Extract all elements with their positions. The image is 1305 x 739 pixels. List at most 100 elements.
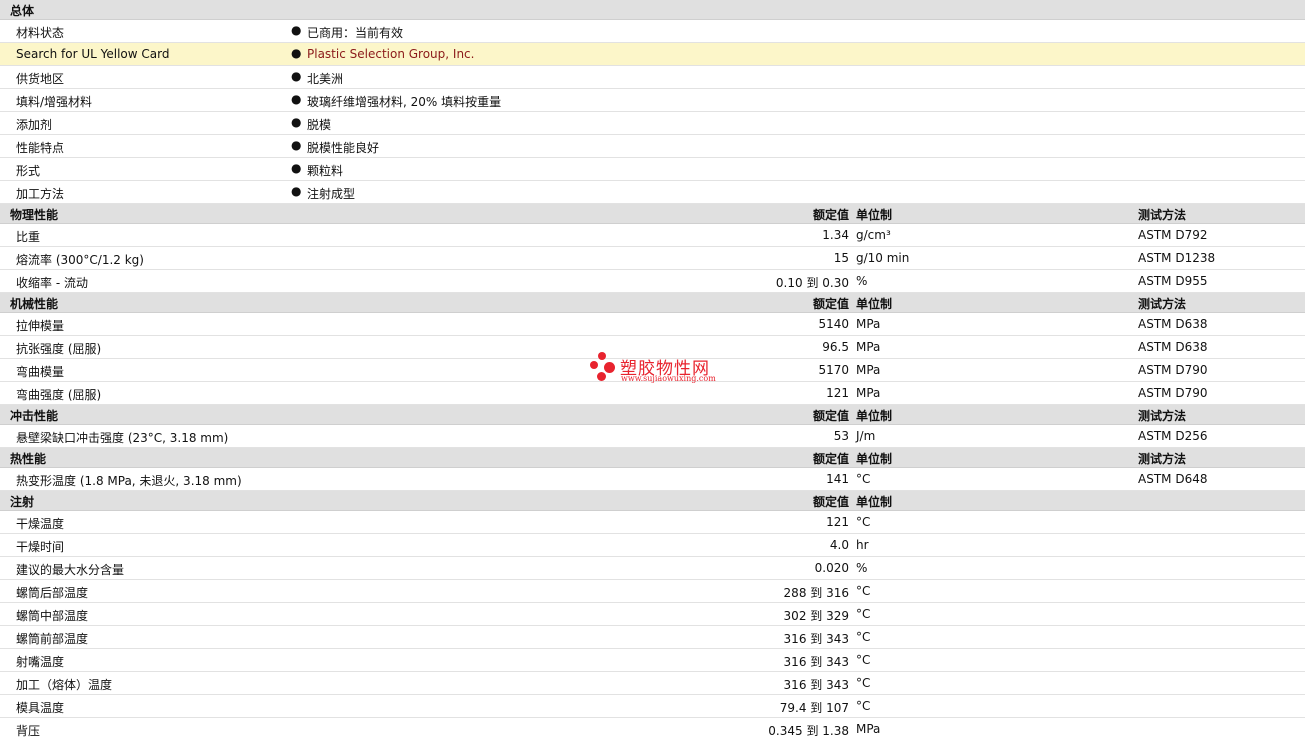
test-method: ASTM D955 bbox=[1138, 274, 1208, 288]
property-label: 形式 bbox=[16, 164, 41, 178]
column-header-test: 测试方法 bbox=[1138, 452, 1187, 466]
bullet-icon: ● bbox=[291, 23, 302, 37]
property-label: 建议的最大水分含量 bbox=[16, 563, 125, 577]
column-header-rated: 额定值 bbox=[812, 452, 849, 466]
property-row: 加工方法 ● 注射成型 bbox=[0, 181, 1305, 204]
column-header-test: 测试方法 bbox=[1138, 409, 1187, 423]
column-header-unit: 单位制 bbox=[856, 208, 893, 222]
watermark-logo-icon bbox=[590, 361, 598, 369]
watermark-logo-icon bbox=[604, 362, 615, 373]
property-unit: g/10 min bbox=[856, 251, 910, 265]
property-row: 干燥温度 121 °C bbox=[0, 511, 1305, 534]
property-value: 5170 bbox=[818, 363, 849, 377]
bullet-icon: ● bbox=[291, 69, 302, 83]
column-header-rated: 额定值 bbox=[812, 409, 849, 423]
property-unit: % bbox=[856, 561, 868, 575]
property-value: 颗粒料 bbox=[307, 164, 344, 178]
property-label: 模具温度 bbox=[16, 701, 65, 715]
watermark-url: www.sujiaowuxing.com bbox=[621, 374, 716, 383]
column-header-test: 测试方法 bbox=[1138, 208, 1187, 222]
property-row: 形式 ● 颗粒料 bbox=[0, 158, 1305, 181]
property-label: 热变形温度 (1.8 MPa, 未退火, 3.18 mm) bbox=[16, 474, 242, 488]
property-row: 拉伸模量 5140 MPa ASTM D638 bbox=[0, 313, 1305, 336]
bullet-icon: ● bbox=[291, 184, 302, 198]
section-header-impact: 冲击性能 额定值 单位制 测试方法 bbox=[0, 405, 1305, 425]
property-value: 316 到 343 bbox=[783, 678, 849, 692]
property-row: 螺筒前部温度 316 到 343 °C bbox=[0, 626, 1305, 649]
test-method: ASTM D648 bbox=[1138, 472, 1208, 486]
bullet-icon: ● bbox=[291, 161, 302, 175]
property-value: 141 bbox=[826, 472, 849, 486]
property-row: 收缩率 - 流动 0.10 到 0.30 % ASTM D955 bbox=[0, 270, 1305, 293]
property-label: 弯曲强度 (屈服) bbox=[16, 388, 102, 402]
property-label: 螺筒后部温度 bbox=[16, 586, 89, 600]
column-header-rated: 额定值 bbox=[812, 208, 849, 222]
bullet-icon: ● bbox=[291, 115, 302, 129]
property-value: 已商用：当前有效 bbox=[307, 26, 404, 40]
bullet-icon: ● bbox=[291, 46, 302, 60]
property-unit: °C bbox=[856, 676, 871, 690]
test-method: ASTM D792 bbox=[1138, 228, 1208, 242]
property-label: 干燥时间 bbox=[16, 540, 65, 554]
property-value: 北美洲 bbox=[307, 72, 344, 86]
property-unit: °C bbox=[856, 607, 871, 621]
property-row: 熔流率 (300°C/1.2 kg) 15 g/10 min ASTM D123… bbox=[0, 247, 1305, 270]
test-method: ASTM D1238 bbox=[1138, 251, 1216, 265]
property-row: 性能特点 ● 脱模性能良好 bbox=[0, 135, 1305, 158]
section-title: 冲击性能 bbox=[10, 409, 59, 423]
property-value: 玻璃纤维增强材料, 20% 填料按重量 bbox=[307, 95, 502, 109]
section-title: 注射 bbox=[10, 495, 35, 509]
property-unit: g/cm³ bbox=[856, 228, 891, 242]
column-header-test: 测试方法 bbox=[1138, 297, 1187, 311]
column-header-rated: 额定值 bbox=[812, 495, 849, 509]
property-value: 316 到 343 bbox=[783, 632, 849, 646]
property-label: 拉伸模量 bbox=[16, 319, 65, 333]
property-value: 316 到 343 bbox=[783, 655, 849, 669]
property-row: 添加剂 ● 脱模 bbox=[0, 112, 1305, 135]
property-label: 添加剂 bbox=[16, 118, 53, 132]
property-label: 抗张强度 (屈服) bbox=[16, 342, 102, 356]
property-label: 射嘴温度 bbox=[16, 655, 65, 669]
supplier-link[interactable]: Plastic Selection Group, Inc. bbox=[307, 47, 474, 61]
ul-yellow-card-label[interactable]: Search for UL Yellow Card bbox=[16, 47, 169, 61]
property-row: 建议的最大水分含量 0.020 % bbox=[0, 557, 1305, 580]
property-label: 螺筒前部温度 bbox=[16, 632, 89, 646]
column-header-rated: 额定值 bbox=[812, 297, 849, 311]
property-unit: MPa bbox=[856, 386, 881, 400]
property-row: 材料状态 ● 已商用：当前有效 bbox=[0, 20, 1305, 43]
property-label: 加工方法 bbox=[16, 187, 65, 201]
property-label: 收缩率 - 流动 bbox=[16, 276, 88, 290]
section-title: 热性能 bbox=[10, 452, 47, 466]
watermark-logo-icon bbox=[597, 372, 606, 381]
property-value: 79.4 到 107 bbox=[779, 701, 849, 715]
property-value: 4.0 bbox=[829, 538, 849, 552]
property-unit: hr bbox=[856, 538, 869, 552]
column-header-unit: 单位制 bbox=[856, 297, 893, 311]
property-value: 96.5 bbox=[822, 340, 849, 354]
property-label: 弯曲模量 bbox=[16, 365, 65, 379]
property-unit: °C bbox=[856, 630, 871, 644]
property-unit: MPa bbox=[856, 340, 881, 354]
section-title: 机械性能 bbox=[10, 297, 59, 311]
property-value: 注射成型 bbox=[307, 187, 356, 201]
property-row: 射嘴温度 316 到 343 °C bbox=[0, 649, 1305, 672]
property-row: 悬壁梁缺口冲击强度 (23°C, 3.18 mm) 53 J/m ASTM D2… bbox=[0, 425, 1305, 448]
ul-yellow-card-row[interactable]: Search for UL Yellow Card ● Plastic Sele… bbox=[0, 43, 1305, 66]
section-header-injection: 注射 额定值 单位制 bbox=[0, 491, 1305, 511]
property-label: 材料状态 bbox=[16, 26, 65, 40]
property-unit: MPa bbox=[856, 317, 881, 331]
property-label: 供货地区 bbox=[16, 72, 65, 86]
property-value: 121 bbox=[826, 515, 849, 529]
property-value: 脱模 bbox=[307, 118, 332, 132]
property-unit: MPa bbox=[856, 363, 881, 377]
property-value: 脱模性能良好 bbox=[307, 141, 380, 155]
property-value: 5140 bbox=[818, 317, 849, 331]
property-value: 15 bbox=[833, 251, 849, 265]
property-unit: J/m bbox=[856, 429, 876, 443]
property-unit: °C bbox=[856, 584, 871, 598]
property-unit: MPa bbox=[856, 722, 881, 736]
bullet-icon: ● bbox=[291, 92, 302, 106]
property-unit: °C bbox=[856, 699, 871, 713]
property-label: 熔流率 (300°C/1.2 kg) bbox=[16, 253, 144, 267]
property-row: 热变形温度 (1.8 MPa, 未退火, 3.18 mm) 141 °C AST… bbox=[0, 468, 1305, 491]
